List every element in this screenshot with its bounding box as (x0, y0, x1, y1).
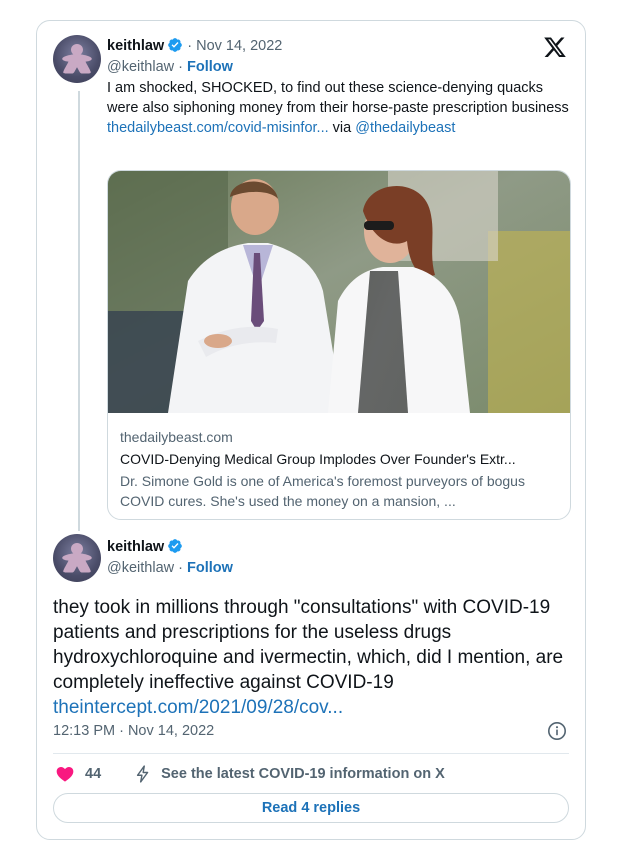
news-photo-image (108, 171, 570, 413)
via-label: via (332, 120, 352, 136)
action-bar: 44 See the latest COVID-19 information o… (55, 763, 445, 785)
tweet-text: they took in millions through "consultat… (53, 595, 573, 720)
handle-separator: · (178, 560, 183, 576)
verified-badge-icon (168, 539, 183, 553)
user-handle[interactable]: @keithlaw (107, 560, 174, 576)
divider (53, 753, 569, 754)
tweet-text: I am shocked, SHOCKED, to find out these… (107, 78, 577, 138)
tweet-body: I am shocked, SHOCKED, to find out these… (107, 80, 569, 116)
info-icon[interactable] (547, 721, 567, 741)
follow-button[interactable]: Follow (187, 59, 233, 75)
like-count[interactable]: 44 (85, 766, 101, 782)
verified-badge-icon (168, 38, 183, 52)
link-preview-text: thedailybeast.com COVID-Denying Medical … (108, 413, 570, 511)
meeple-avatar-icon (62, 543, 92, 573)
link-title: COVID-Denying Medical Group Implodes Ove… (120, 451, 516, 467)
username[interactable]: keithlaw (107, 38, 164, 54)
article-link[interactable]: thedailybeast.com/covid-misinfor... (107, 120, 329, 136)
link-preview-card[interactable]: thedailybeast.com COVID-Denying Medical … (107, 170, 571, 520)
latest-info-link[interactable]: See the latest COVID-19 information on X (161, 766, 445, 782)
thread-connector-line (78, 91, 80, 531)
handle-separator: · (178, 59, 183, 75)
heart-icon[interactable] (55, 764, 75, 784)
tweet-header: keithlaw · Nov 14, 2022 @keithlaw · Foll… (107, 37, 282, 76)
follow-button[interactable]: Follow (187, 560, 233, 576)
tweet-body: they took in millions through "consultat… (53, 597, 564, 693)
meeple-avatar-icon (62, 44, 92, 74)
lightning-icon[interactable] (133, 764, 153, 784)
tweet-header: keithlaw @keithlaw · Follow (107, 538, 233, 577)
read-replies-button[interactable]: Read 4 replies (53, 793, 569, 823)
tweet-date[interactable]: · Nov 14, 2022 (187, 38, 282, 54)
username[interactable]: keithlaw (107, 539, 164, 555)
article-link[interactable]: theintercept.com/2021/09/28/cov... (53, 697, 343, 718)
link-domain: thedailybeast.com (120, 429, 233, 445)
user-handle[interactable]: @keithlaw (107, 59, 174, 75)
avatar[interactable] (53, 35, 101, 83)
avatar[interactable] (53, 534, 101, 582)
link-description: Dr. Simone Gold is one of America's fore… (120, 473, 525, 509)
tweet-timestamp[interactable]: 12:13 PM · Nov 14, 2022 (53, 723, 214, 739)
embedded-tweet-card: keithlaw · Nov 14, 2022 @keithlaw · Foll… (36, 20, 586, 840)
mention-link[interactable]: @thedailybeast (355, 120, 455, 136)
x-logo-icon[interactable] (543, 35, 567, 59)
